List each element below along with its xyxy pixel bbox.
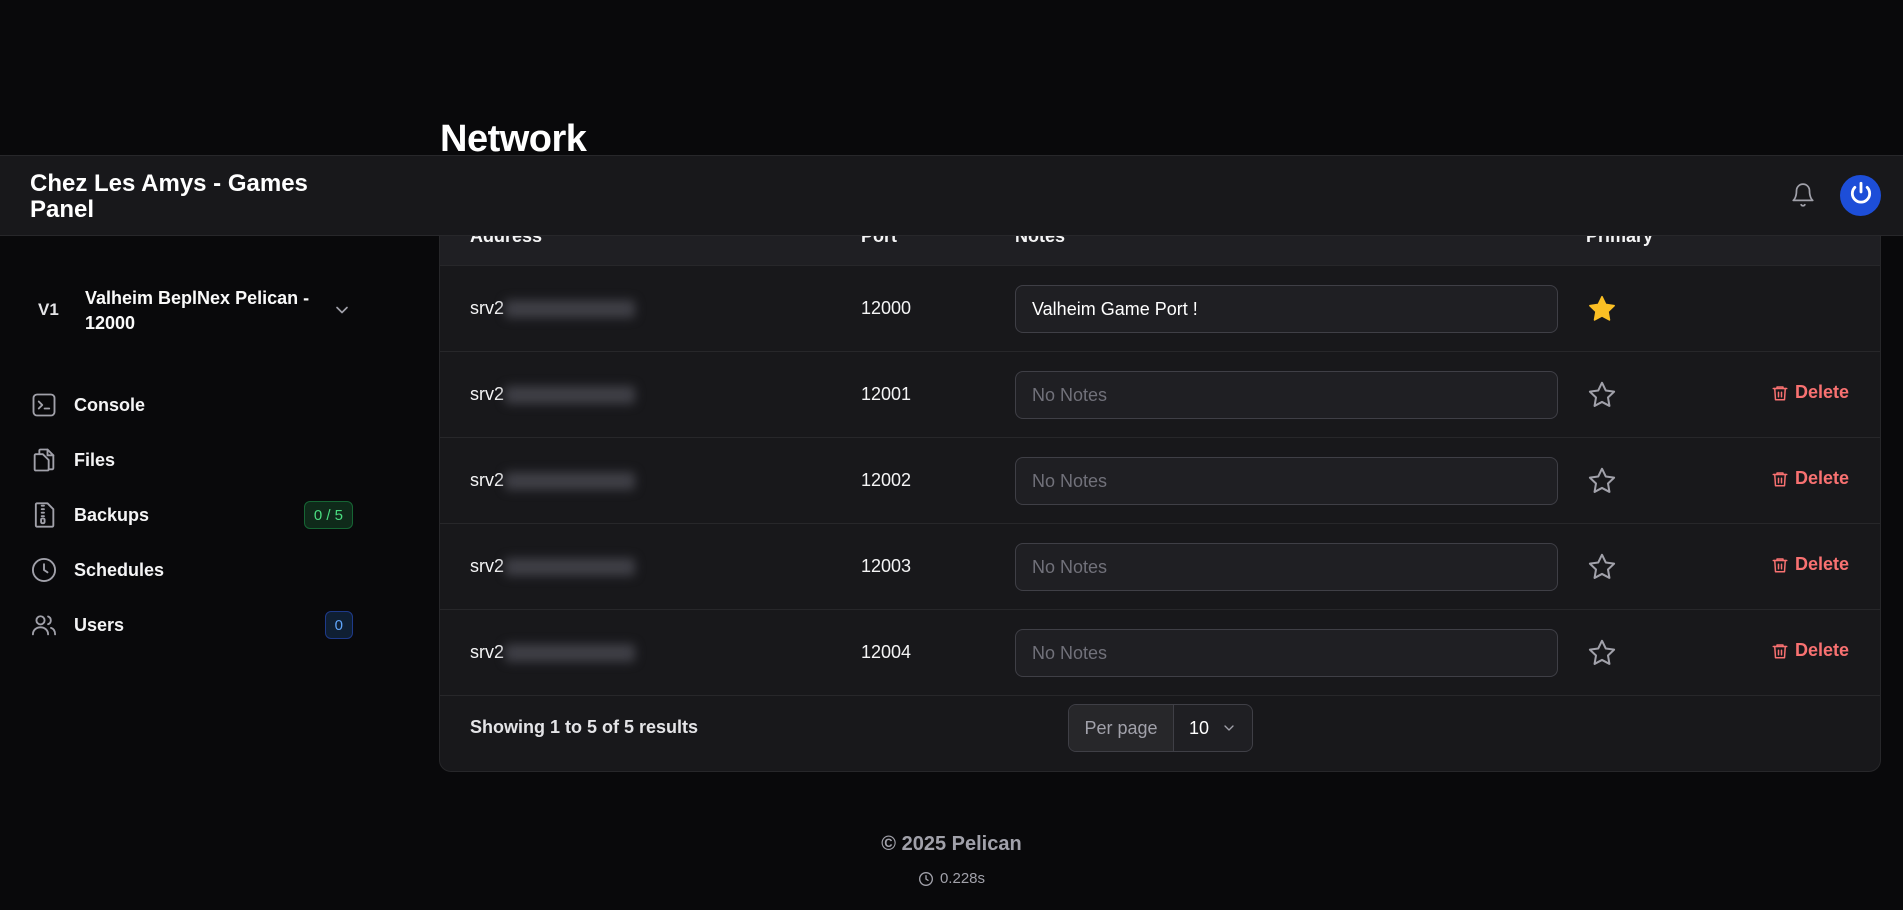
port-cell: 12003	[861, 556, 912, 576]
avatar[interactable]	[1840, 175, 1881, 216]
table-row: srv2 12001 Delete	[440, 352, 1880, 438]
users-icon	[30, 611, 58, 639]
redacted-address	[505, 299, 636, 318]
topbar: Chez Les Amys - Games Panel	[0, 155, 1903, 236]
port-cell: 12001	[861, 384, 912, 404]
port-cell: 12004	[861, 642, 912, 662]
render-time-value: 0.228s	[939, 870, 986, 887]
star-filled-icon[interactable]	[1586, 293, 1618, 325]
trash-icon	[1772, 471, 1788, 486]
sidebar-item-backups[interactable]: Backups 0 / 5	[30, 495, 353, 535]
clock-icon	[30, 556, 58, 584]
server-name: Valheim BeplNex Pelican - 12000	[85, 288, 310, 333]
delete-button[interactable]: Delete	[1771, 468, 1849, 489]
address-text: srv2	[470, 556, 505, 576]
allocations-table: Address Port Notes Primary srv2 12000 sr…	[439, 200, 1881, 772]
sidebar-item-label: Users	[74, 614, 125, 635]
redacted-address	[505, 385, 636, 404]
notes-input[interactable]	[1015, 543, 1558, 591]
sidebar-item-label: Backups	[74, 504, 150, 525]
address-cell: srv2	[470, 556, 636, 577]
sidebar-item-label: Schedules	[74, 559, 165, 580]
trash-icon	[1772, 643, 1788, 658]
power-icon	[1848, 180, 1874, 211]
trash-icon	[1772, 557, 1788, 572]
per-page-select[interactable]: 10	[1174, 705, 1252, 751]
sidebar-item-console[interactable]: Console	[30, 385, 353, 425]
port-cell: 12000	[861, 298, 912, 318]
star-outline-icon[interactable]	[1586, 465, 1618, 497]
chevron-down-icon	[1224, 725, 1234, 731]
notes-input[interactable]	[1015, 457, 1558, 505]
server-badge: V1	[38, 300, 59, 319]
table-footer: Showing 1 to 5 of 5 results Per page 10	[440, 682, 1880, 771]
per-page-label: Per page	[1069, 705, 1174, 751]
address-cell: srv2	[470, 470, 636, 491]
redacted-address	[505, 643, 636, 662]
redacted-address	[505, 557, 636, 576]
address-text: srv2	[470, 384, 505, 404]
address-cell: srv2	[470, 384, 636, 405]
page: Network Chez Les Amys - Games Panel V1 V…	[0, 0, 1903, 910]
files-icon	[30, 446, 58, 474]
per-page-selector[interactable]: Per page 10	[1068, 704, 1253, 752]
clock-icon	[918, 871, 933, 886]
brand-name[interactable]: Chez Les Amys - Games Panel	[30, 171, 340, 223]
sidebar-item-files[interactable]: Files	[30, 440, 353, 480]
archive-icon	[30, 501, 58, 529]
sidebar: V1 Valheim BeplNex Pelican - 12000 Conso…	[0, 236, 370, 910]
redacted-address	[505, 471, 636, 490]
delete-button[interactable]: Delete	[1771, 640, 1849, 661]
per-page-value: 10	[1189, 717, 1210, 738]
address-text: srv2	[470, 298, 505, 318]
table-row: srv2 12000	[440, 266, 1880, 352]
sidebar-item-users[interactable]: Users 0	[30, 605, 353, 645]
sidebar-item-label: Files	[74, 449, 116, 470]
terminal-icon	[30, 391, 58, 419]
address-text: srv2	[470, 642, 505, 662]
users-count-badge: 0	[324, 611, 353, 639]
footer-render-time: 0.228s	[0, 870, 1903, 887]
table-row: srv2 12002 Delete	[440, 438, 1880, 524]
table-row: srv2 12003 Delete	[440, 524, 1880, 610]
server-selector[interactable]: V1 Valheim BeplNex Pelican - 12000	[30, 286, 360, 338]
results-summary: Showing 1 to 5 of 5 results	[470, 717, 699, 737]
backups-count-badge: 0 / 5	[303, 501, 353, 529]
notes-input[interactable]	[1015, 371, 1558, 419]
port-cell: 12002	[861, 470, 912, 490]
address-cell: srv2	[470, 298, 636, 319]
notes-input[interactable]	[1015, 629, 1558, 677]
address-cell: srv2	[470, 642, 636, 663]
delete-label: Delete	[1795, 554, 1850, 574]
delete-label: Delete	[1795, 382, 1850, 402]
star-outline-icon[interactable]	[1586, 379, 1618, 411]
sidebar-item-schedules[interactable]: Schedules	[30, 550, 353, 590]
bell-icon[interactable]	[1790, 181, 1818, 211]
trash-icon	[1772, 385, 1788, 400]
notes-input[interactable]	[1015, 285, 1558, 333]
star-outline-icon[interactable]	[1586, 551, 1618, 583]
delete-button[interactable]: Delete	[1771, 382, 1849, 403]
sidebar-item-label: Console	[74, 394, 146, 415]
star-outline-icon[interactable]	[1586, 637, 1618, 669]
chevron-down-icon	[332, 300, 352, 325]
delete-label: Delete	[1795, 640, 1850, 660]
delete-button[interactable]: Delete	[1771, 554, 1849, 575]
delete-label: Delete	[1795, 468, 1850, 488]
footer-copyright: © 2025 Pelican	[881, 833, 1022, 855]
address-text: srv2	[470, 470, 505, 490]
